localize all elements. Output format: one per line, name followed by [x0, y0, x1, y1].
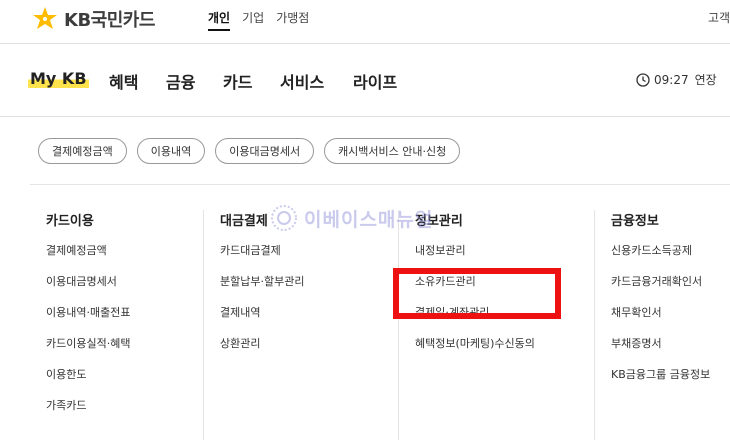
menu-link[interactable]: 이용대금명세서	[46, 274, 130, 305]
menu-link[interactable]: 채무확인서	[611, 305, 710, 336]
top-bar: KB국민카드 개인 기업 가맹점 고객	[0, 0, 730, 44]
menu-link[interactable]: 부채증명서	[611, 336, 710, 367]
column-title: 금융정보	[611, 214, 659, 229]
column-title: 카드이용	[46, 214, 94, 229]
quick-btn-payment-due[interactable]: 결제예정금액	[38, 138, 127, 164]
main-nav-mykb[interactable]: My KB	[28, 69, 89, 88]
kb-logo[interactable]: KB국민카드	[30, 6, 155, 32]
quick-btn-usage-history[interactable]: 이용내역	[136, 138, 206, 164]
menu-column-card-usage: 카드이용 결제예정금액 이용대금명세서 이용내역·매출전표 카드이용실적·혜택 …	[46, 210, 130, 429]
menu-link[interactable]: 혜택정보(마케팅)수신동의	[415, 336, 535, 367]
highlight-box	[393, 268, 561, 319]
column-title: 대금결제	[220, 214, 268, 229]
quick-btn-statement[interactable]: 이용대금명세서	[215, 138, 315, 164]
top-nav-business[interactable]: 기업	[242, 9, 264, 31]
watermark-text: 이베이스매뉴얼	[304, 208, 434, 231]
main-nav-card[interactable]: 카드	[223, 69, 252, 93]
menu-link[interactable]: 가족카드	[46, 398, 130, 429]
quick-btn-cashback[interactable]: 캐시백서비스 안내·신청	[324, 138, 461, 164]
menu-link[interactable]: 카드금융거래확인서	[611, 274, 710, 305]
main-nav-benefits[interactable]: 혜택	[109, 69, 138, 93]
top-nav: 개인 기업 가맹점	[208, 9, 321, 31]
top-nav-personal[interactable]: 개인	[208, 9, 231, 31]
main-nav-finance[interactable]: 금융	[166, 69, 195, 93]
menu-link[interactable]: 이용한도	[46, 367, 130, 398]
main-nav: My KB 혜택 금융 카드 서비스 라이프 09:27 연장	[0, 45, 730, 117]
main-nav-service[interactable]: 서비스	[280, 69, 324, 93]
column-title: 정보관리	[415, 214, 463, 229]
logo-text: KB국민카드	[64, 10, 155, 31]
menu-link[interactable]: 상환관리	[220, 336, 304, 367]
top-nav-merchant[interactable]: 가맹점	[276, 9, 309, 31]
column-separator	[203, 210, 204, 440]
clock-icon	[636, 72, 650, 87]
menu-link[interactable]: 이용내역·매출전표	[46, 305, 130, 336]
kb-star-icon	[33, 7, 57, 29]
session-time: 09:27	[654, 72, 689, 87]
column-separator	[594, 210, 595, 440]
menu-column-finance-info: 금융정보 신용카드소득공제 카드금융거래확인서 채무확인서 부채증명서 KB금융…	[611, 210, 710, 398]
customer-link[interactable]: 고객	[708, 9, 730, 26]
menu-link[interactable]: 결제내역	[220, 305, 304, 336]
menu-link[interactable]: 카드이용실적·혜택	[46, 336, 130, 367]
menu-link[interactable]: 신용카드소득공제	[611, 243, 710, 274]
session-extend-button[interactable]: 연장	[695, 71, 717, 88]
session-clock: 09:27 연장	[636, 71, 717, 88]
menu-link[interactable]: 결제예정금액	[46, 243, 130, 274]
menu-column-payment: 대금결제 카드대금결제 분할납부·할부관리 결제내역 상환관리	[220, 210, 304, 367]
menu-link[interactable]: 분할납부·할부관리	[220, 274, 304, 305]
menu-link[interactable]: KB금융그룹 금융정보	[611, 367, 710, 398]
main-nav-life[interactable]: 라이프	[353, 69, 397, 93]
quick-buttons: 결제예정금액 이용내역 이용대금명세서 캐시백서비스 안내·신청	[38, 138, 470, 164]
section-divider	[30, 184, 730, 185]
menu-link[interactable]: 카드대금결제	[220, 243, 304, 274]
column-separator	[398, 210, 399, 440]
